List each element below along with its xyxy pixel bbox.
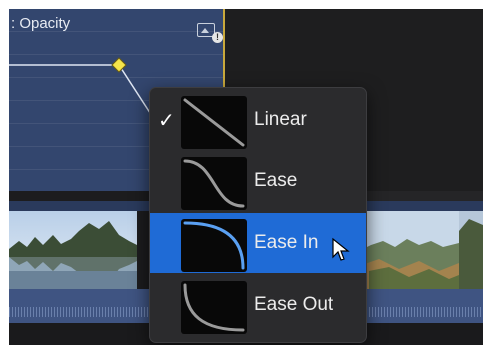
menu-item-label: Ease xyxy=(254,170,298,191)
menu-item-ease[interactable]: Ease xyxy=(150,151,366,211)
video-editor-window: : Opacity ! ✓ Linear Ease Ease In Ease O… xyxy=(9,9,483,345)
keyframe-marker xyxy=(111,57,127,73)
ease-curve-icon xyxy=(181,157,247,210)
filmstrip-thumbnail xyxy=(459,211,483,289)
ease-in-curve-icon xyxy=(181,219,247,272)
menu-item-label: Ease In xyxy=(254,232,319,253)
linear-curve-icon xyxy=(181,96,247,149)
interpolation-menu: ✓ Linear Ease Ease In Ease Out xyxy=(149,87,367,343)
filmstrip-thumbnail xyxy=(359,211,459,289)
menu-item-linear[interactable]: ✓ Linear xyxy=(150,90,366,150)
ease-out-curve-icon xyxy=(181,281,247,334)
mouse-cursor-icon xyxy=(332,237,350,261)
menu-item-label: Linear xyxy=(254,109,307,130)
menu-item-label: Ease Out xyxy=(254,294,334,315)
filmstrip-thumbnail xyxy=(9,211,137,289)
menu-item-ease-out[interactable]: Ease Out xyxy=(150,275,366,335)
checkmark-icon: ✓ xyxy=(158,108,175,132)
